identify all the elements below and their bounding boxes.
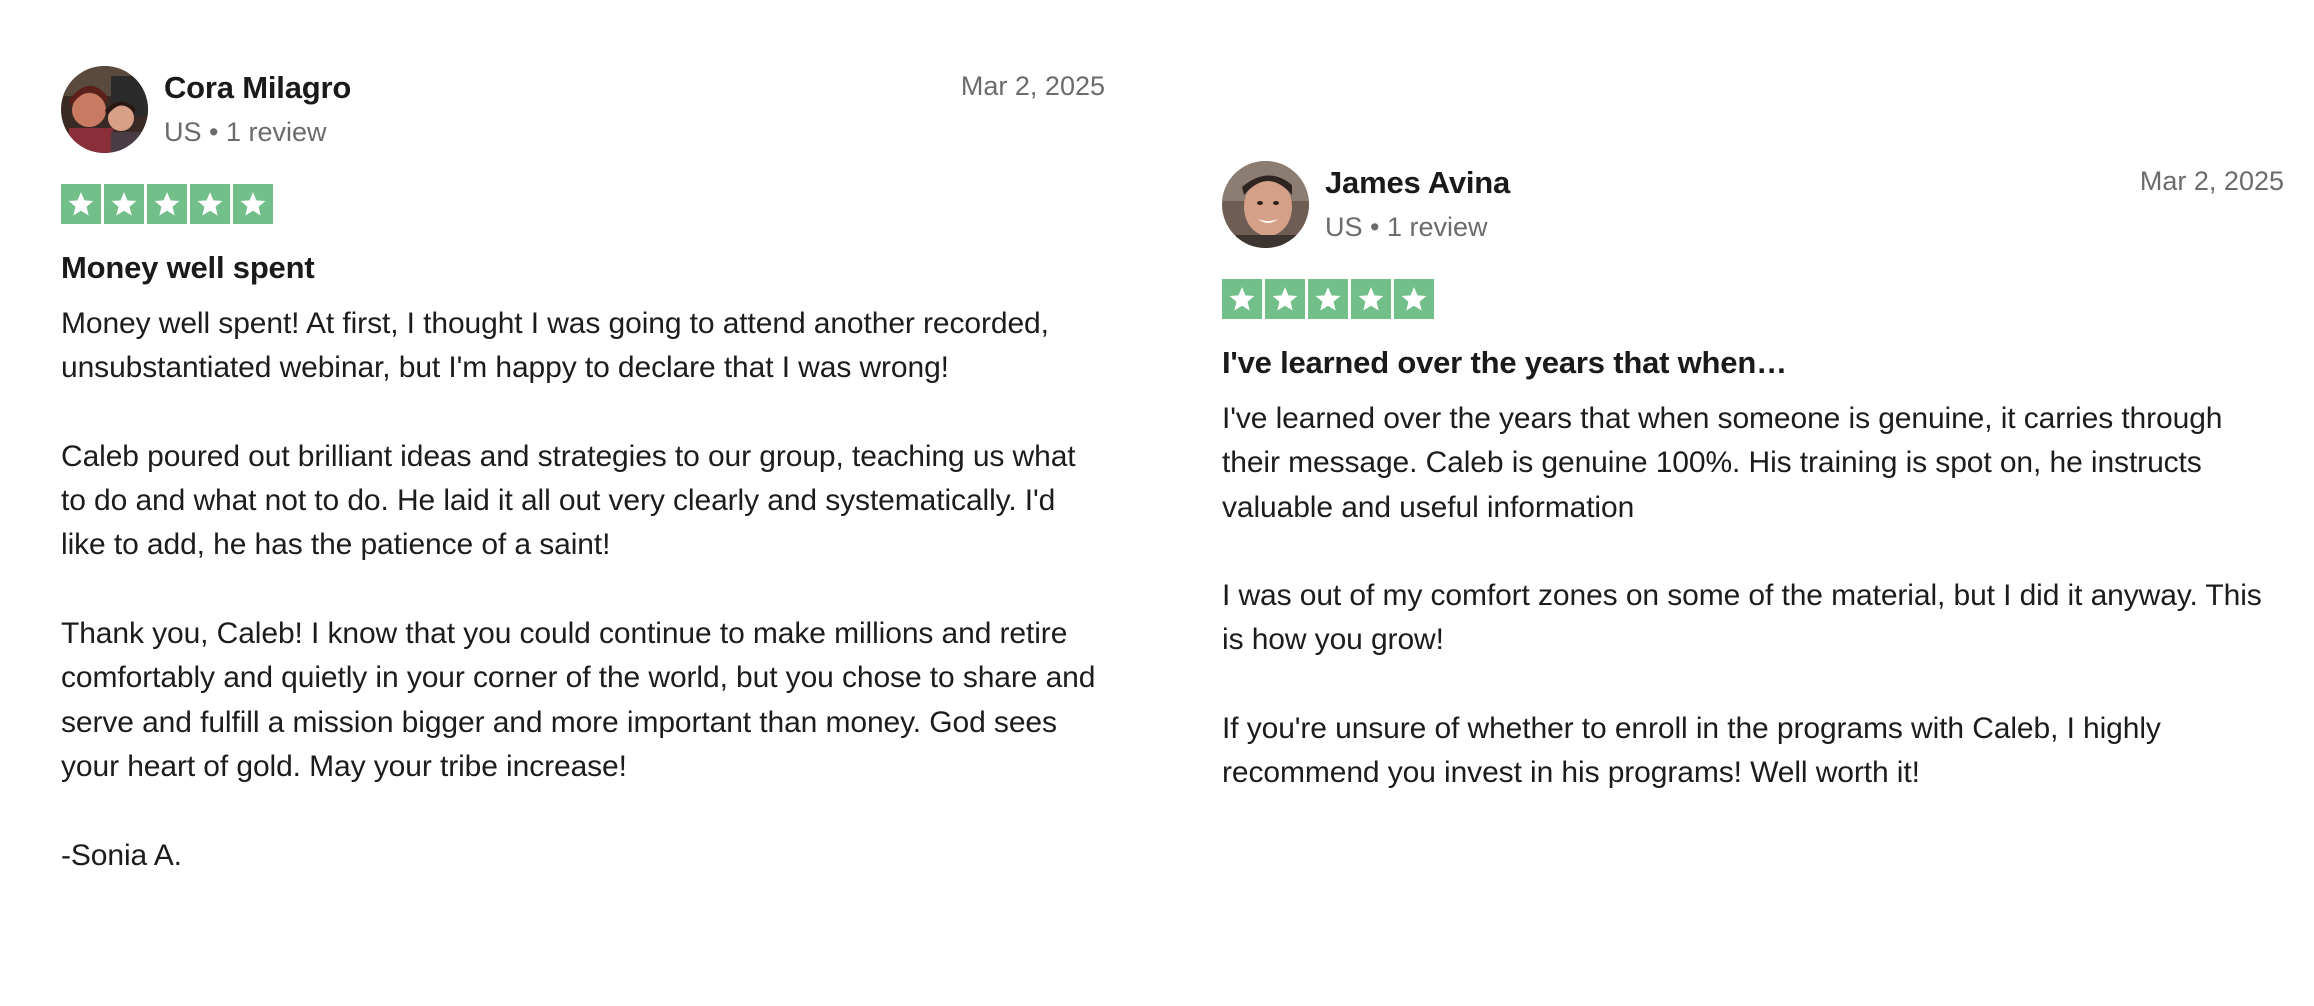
review-date: Mar 2, 2025: [2139, 166, 2284, 196]
star-icon: [190, 184, 230, 224]
review-header: James Avina US • 1 review Mar 2, 2025: [1222, 161, 2284, 249]
review-paragraph: Money well spent! At first, I thought I …: [61, 307, 1049, 385]
star-rating: [1222, 279, 2284, 319]
star-rating: [61, 184, 1105, 224]
review-card: Cora Milagro US • 1 review Mar 2, 2025 M…: [61, 66, 1105, 878]
reviewer-name[interactable]: James Avina: [1325, 165, 1510, 201]
star-icon: [1222, 279, 1262, 319]
review-header: Cora Milagro US • 1 review Mar 2, 2025: [61, 66, 1105, 154]
review-paragraph: Caleb poured out brilliant ideas and str…: [61, 439, 1076, 562]
review-title[interactable]: Money well spent: [61, 248, 1105, 288]
star-icon: [61, 184, 101, 224]
review-date: Mar 2, 2025: [960, 71, 1105, 101]
avatar[interactable]: [61, 66, 148, 153]
review-paragraph: If you're unsure of whether to enroll in…: [1222, 712, 2161, 790]
reviewer-name[interactable]: Cora Milagro: [164, 70, 351, 106]
star-icon: [1265, 279, 1305, 319]
review-card: James Avina US • 1 review Mar 2, 2025 I'…: [1222, 161, 2284, 796]
review-paragraph: I've learned over the years that when so…: [1222, 402, 2223, 524]
star-icon: [147, 184, 187, 224]
review-title[interactable]: I've learned over the years that when…: [1222, 343, 2284, 383]
reviewer-meta: US • 1 review: [164, 117, 327, 147]
reviewer-meta: US • 1 review: [1325, 212, 1488, 242]
star-icon: [1394, 279, 1434, 319]
avatar[interactable]: [1222, 161, 1309, 248]
review-body: I've learned over the years that when so…: [1222, 397, 2284, 796]
review-paragraph: Thank you, Caleb! I know that you could …: [61, 617, 1096, 783]
review-body: Money well spent! At first, I thought I …: [61, 302, 1105, 878]
star-icon: [1351, 279, 1391, 319]
star-icon: [104, 184, 144, 224]
review-paragraph: I was out of my comfort zones on some of…: [1222, 579, 2262, 657]
star-icon: [1308, 279, 1348, 319]
star-icon: [233, 184, 273, 224]
review-signature: -Sonia A.: [61, 838, 182, 872]
